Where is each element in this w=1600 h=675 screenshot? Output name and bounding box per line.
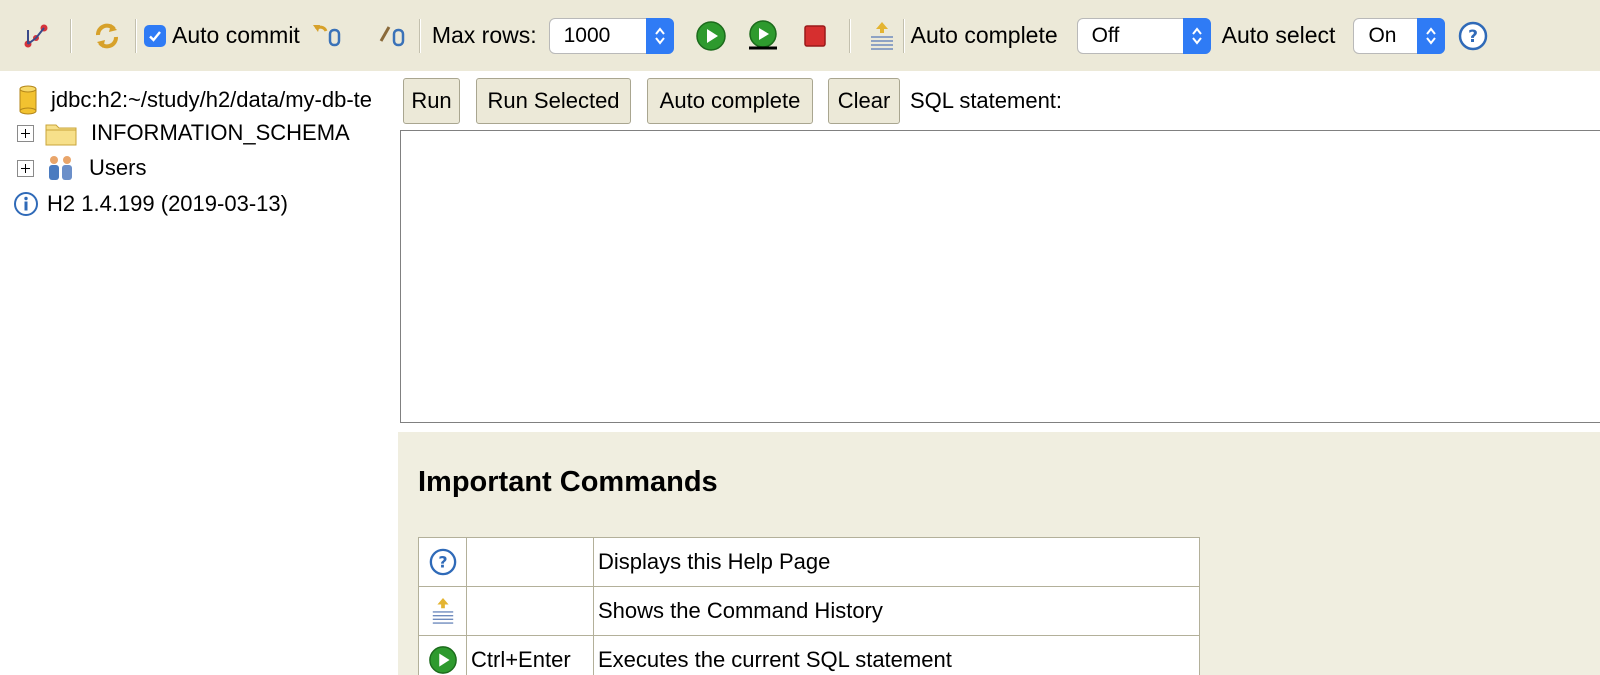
tree-version: H2 1.4.199 (2019-03-13)	[13, 187, 288, 221]
select-arrows-icon	[645, 17, 674, 54]
max-rows-select[interactable]: 1000	[548, 17, 674, 54]
auto-complete-select[interactable]: Off	[1076, 17, 1211, 54]
table-row: Ctrl+Enter Executes the current SQL stat…	[418, 635, 1200, 675]
tree-item-users[interactable]: Users	[17, 151, 146, 185]
sql-statement-label: SQL statement:	[910, 88, 1063, 113]
rollback-icon[interactable]	[312, 19, 346, 53]
description-cell: Executes the current SQL statement	[593, 635, 1200, 675]
info-icon	[13, 191, 39, 217]
run-icon[interactable]	[694, 19, 728, 53]
shortcut-cell: Ctrl+Enter	[466, 635, 594, 675]
sql-input[interactable]	[400, 130, 1600, 423]
toolbar-separator	[418, 18, 421, 53]
auto-select-select[interactable]: On	[1353, 17, 1446, 54]
toolbar-separator	[902, 18, 905, 53]
help-title: Important Commands	[418, 466, 718, 498]
select-arrows-icon	[1417, 17, 1446, 54]
object-tree: jdbc:h2:~/study/h2/data/my-db-te INFORMA…	[0, 71, 398, 675]
history-icon[interactable]	[865, 19, 899, 53]
run-button[interactable]: Run	[403, 78, 460, 124]
help-icon[interactable]: ?	[419, 548, 466, 576]
disconnect-icon[interactable]	[19, 19, 53, 53]
commands-table: ? Displays this Help Page Shows the Comm…	[418, 537, 1200, 675]
tree-item-label: Users	[89, 155, 147, 180]
tree-item-label: INFORMATION_SCHEMA	[91, 120, 350, 145]
tree-connection[interactable]: jdbc:h2:~/study/h2/data/my-db-te	[18, 83, 372, 117]
commit-icon[interactable]	[376, 19, 410, 53]
toolbar-separator	[848, 18, 851, 53]
run-selected-icon[interactable]	[746, 19, 780, 53]
users-icon	[45, 154, 77, 182]
auto-commit-label: Auto commit	[172, 22, 300, 48]
toolbar-separator	[135, 18, 137, 53]
expand-icon[interactable]	[17, 159, 34, 177]
history-icon[interactable]	[419, 596, 466, 626]
svg-text:?: ?	[1469, 27, 1479, 47]
run-icon[interactable]	[419, 645, 466, 675]
stop-icon[interactable]	[798, 19, 832, 53]
database-icon	[18, 85, 38, 115]
shortcut-cell	[466, 586, 594, 636]
toolbar: Auto commit Max rows: 1000 Auto complete…	[0, 0, 1600, 71]
toolbar-separator	[70, 18, 72, 53]
tree-item-information-schema[interactable]: INFORMATION_SCHEMA	[17, 116, 350, 150]
shortcut-cell	[466, 537, 594, 587]
svg-text:?: ?	[438, 553, 447, 572]
max-rows-label: Max rows:	[431, 22, 537, 48]
description-cell: Shows the Command History	[593, 586, 1200, 636]
connection-url: jdbc:h2:~/study/h2/data/my-db-te	[51, 87, 373, 112]
auto-commit-checkbox[interactable]	[144, 24, 166, 47]
run-selected-button[interactable]: Run Selected	[476, 78, 631, 124]
expand-icon[interactable]	[17, 124, 34, 142]
version-text: H2 1.4.199 (2019-03-13)	[47, 191, 288, 216]
auto-select-label: Auto select	[1221, 22, 1336, 48]
clear-button[interactable]: Clear	[828, 78, 900, 124]
max-rows-value: 1000	[563, 23, 611, 47]
query-bar: Run Run Selected Auto complete Clear SQL…	[398, 71, 1600, 131]
select-arrows-icon	[1182, 17, 1211, 54]
table-row: ? Displays this Help Page	[418, 537, 1200, 587]
folder-icon	[45, 120, 77, 146]
description-cell: Displays this Help Page	[593, 537, 1200, 587]
auto-select-value: On	[1368, 23, 1397, 47]
refresh-icon[interactable]	[90, 19, 124, 53]
auto-complete-label: Auto complete	[910, 22, 1058, 48]
help-icon[interactable]: ?	[1456, 19, 1490, 53]
table-row: Shows the Command History	[418, 586, 1200, 636]
main-panel: Run Run Selected Auto complete Clear SQL…	[398, 71, 1600, 675]
auto-complete-value: Off	[1091, 23, 1120, 47]
help-panel: Important Commands ? Displays this Help …	[398, 432, 1600, 675]
auto-complete-button[interactable]: Auto complete	[647, 78, 813, 124]
